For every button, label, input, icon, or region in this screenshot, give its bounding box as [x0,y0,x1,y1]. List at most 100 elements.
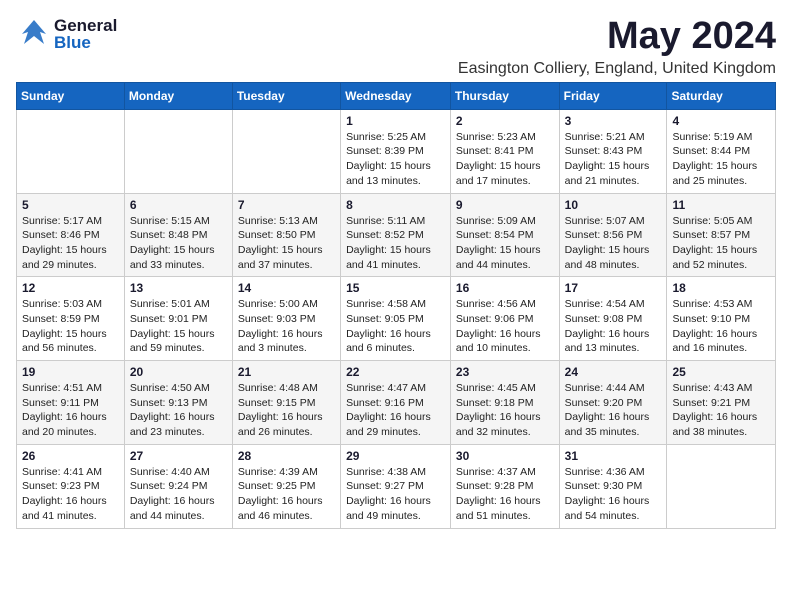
day-number: 13 [130,281,227,295]
logo-blue: Blue [54,34,117,51]
day-number: 23 [456,365,554,379]
day-number: 25 [672,365,770,379]
day-number: 27 [130,449,227,463]
day-info: Sunrise: 4:38 AM Sunset: 9:27 PM Dayligh… [346,465,445,524]
day-info: Sunrise: 5:11 AM Sunset: 8:52 PM Dayligh… [346,214,445,273]
location: Easington Colliery, England, United King… [458,60,776,78]
calendar-cell: 9Sunrise: 5:09 AM Sunset: 8:54 PM Daylig… [450,193,559,277]
header-monday: Monday [124,82,232,109]
calendar-cell: 17Sunrise: 4:54 AM Sunset: 9:08 PM Dayli… [559,277,667,361]
day-info: Sunrise: 5:00 AM Sunset: 9:03 PM Dayligh… [238,297,335,356]
day-info: Sunrise: 5:19 AM Sunset: 8:44 PM Dayligh… [672,130,770,189]
day-info: Sunrise: 5:05 AM Sunset: 8:57 PM Dayligh… [672,214,770,273]
day-number: 17 [565,281,662,295]
calendar-cell: 22Sunrise: 4:47 AM Sunset: 9:16 PM Dayli… [341,361,451,445]
calendar-cell: 25 Sunrise: 4:43 AM Sunset: 9:21 PM Dayli… [667,361,776,445]
header-thursday: Thursday [450,82,559,109]
calendar-cell [17,109,125,193]
day-number: 8 [346,198,445,212]
day-number: 3 [565,114,662,128]
day-number: 15 [346,281,445,295]
logo-icon [16,16,52,52]
day-info: Sunrise: 4:41 AM Sunset: 9:23 PM Dayligh… [22,465,119,524]
day-info: Sunrise: 5:13 AM Sunset: 8:50 PM Dayligh… [238,214,335,273]
day-info: Sunrise: 5:25 AM Sunset: 8:39 PM Dayligh… [346,130,445,189]
day-number: 4 [672,114,770,128]
header-saturday: Saturday [667,82,776,109]
title-section: May 2024 Easington Colliery, England, Un… [458,16,776,78]
calendar-cell: 30Sunrise: 4:37 AM Sunset: 9:28 PM Dayli… [450,444,559,528]
calendar-cell: 19 Sunrise: 4:51 AM Sunset: 9:11 PM Dayli… [17,361,125,445]
month-title: May 2024 [458,16,776,58]
day-number: 7 [238,198,335,212]
calendar-cell: 29Sunrise: 4:38 AM Sunset: 9:27 PM Dayli… [341,444,451,528]
day-number: 20 [130,365,227,379]
day-number: 5 [22,198,119,212]
day-number: 19 [22,365,119,379]
day-number: 2 [456,114,554,128]
day-number: 10 [565,198,662,212]
day-number: 26 [22,449,119,463]
calendar-cell [124,109,232,193]
week-row-3: 19 Sunrise: 4:51 AM Sunset: 9:11 PM Dayli… [17,361,776,445]
day-info: Sunrise: 4:39 AM Sunset: 9:25 PM Dayligh… [238,465,335,524]
calendar-cell [667,444,776,528]
calendar-cell: 13Sunrise: 5:01 AM Sunset: 9:01 PM Dayli… [124,277,232,361]
calendar-cell: 21Sunrise: 4:48 AM Sunset: 9:15 PM Dayli… [232,361,340,445]
header-tuesday: Tuesday [232,82,340,109]
day-number: 14 [238,281,335,295]
calendar-cell: 27 Sunrise: 4:40 AM Sunset: 9:24 PM Dayli… [124,444,232,528]
calendar-cell: 12 Sunrise: 5:03 AM Sunset: 8:59 PM Dayli… [17,277,125,361]
day-number: 9 [456,198,554,212]
calendar-cell: 10 Sunrise: 5:07 AM Sunset: 8:56 PM Dayli… [559,193,667,277]
calendar-cell: 14 Sunrise: 5:00 AM Sunset: 9:03 PM Dayli… [232,277,340,361]
calendar-cell: 11 Sunrise: 5:05 AM Sunset: 8:57 PM Dayli… [667,193,776,277]
day-number: 18 [672,281,770,295]
day-info: Sunrise: 4:50 AM Sunset: 9:13 PM Dayligh… [130,381,227,440]
day-info: Sunrise: 4:36 AM Sunset: 9:30 PM Dayligh… [565,465,662,524]
calendar-cell: 1Sunrise: 5:25 AM Sunset: 8:39 PM Daylig… [341,109,451,193]
calendar-cell: 2 Sunrise: 5:23 AM Sunset: 8:41 PM Daylig… [450,109,559,193]
logo-text: General Blue [54,17,117,51]
calendar-cell: 3 Sunrise: 5:21 AM Sunset: 8:43 PM Daylig… [559,109,667,193]
day-info: Sunrise: 4:43 AM Sunset: 9:21 PM Dayligh… [672,381,770,440]
day-info: Sunrise: 5:15 AM Sunset: 8:48 PM Dayligh… [130,214,227,273]
calendar-cell: 7 Sunrise: 5:13 AM Sunset: 8:50 PM Daylig… [232,193,340,277]
day-number: 11 [672,198,770,212]
day-info: Sunrise: 4:56 AM Sunset: 9:06 PM Dayligh… [456,297,554,356]
logo-general: General [54,17,117,34]
week-row-0: 1Sunrise: 5:25 AM Sunset: 8:39 PM Daylig… [17,109,776,193]
calendar-cell [232,109,340,193]
calendar-cell: 15Sunrise: 4:58 AM Sunset: 9:05 PM Dayli… [341,277,451,361]
day-number: 30 [456,449,554,463]
calendar-cell: 4 Sunrise: 5:19 AM Sunset: 8:44 PM Daylig… [667,109,776,193]
day-number: 24 [565,365,662,379]
day-number: 31 [565,449,662,463]
calendar-cell: 6Sunrise: 5:15 AM Sunset: 8:48 PM Daylig… [124,193,232,277]
calendar-cell: 20 Sunrise: 4:50 AM Sunset: 9:13 PM Dayli… [124,361,232,445]
day-info: Sunrise: 5:23 AM Sunset: 8:41 PM Dayligh… [456,130,554,189]
week-row-1: 5Sunrise: 5:17 AM Sunset: 8:46 PM Daylig… [17,193,776,277]
day-number: 28 [238,449,335,463]
day-info: Sunrise: 5:07 AM Sunset: 8:56 PM Dayligh… [565,214,662,273]
header-friday: Friday [559,82,667,109]
day-info: Sunrise: 5:21 AM Sunset: 8:43 PM Dayligh… [565,130,662,189]
day-info: Sunrise: 4:44 AM Sunset: 9:20 PM Dayligh… [565,381,662,440]
header-sunday: Sunday [17,82,125,109]
day-info: Sunrise: 4:40 AM Sunset: 9:24 PM Dayligh… [130,465,227,524]
day-info: Sunrise: 4:47 AM Sunset: 9:16 PM Dayligh… [346,381,445,440]
day-number: 12 [22,281,119,295]
calendar-cell: 16Sunrise: 4:56 AM Sunset: 9:06 PM Dayli… [450,277,559,361]
logo: General Blue [16,16,117,52]
week-row-4: 26 Sunrise: 4:41 AM Sunset: 9:23 PM Dayli… [17,444,776,528]
page-header: General Blue May 2024 Easington Colliery… [16,16,776,78]
header-wednesday: Wednesday [341,82,451,109]
calendar-header-row: SundayMondayTuesdayWednesdayThursdayFrid… [17,82,776,109]
day-info: Sunrise: 4:53 AM Sunset: 9:10 PM Dayligh… [672,297,770,356]
calendar-cell: 31 Sunrise: 4:36 AM Sunset: 9:30 PM Dayli… [559,444,667,528]
calendar-cell: 18 Sunrise: 4:53 AM Sunset: 9:10 PM Dayli… [667,277,776,361]
day-info: Sunrise: 4:51 AM Sunset: 9:11 PM Dayligh… [22,381,119,440]
day-info: Sunrise: 5:03 AM Sunset: 8:59 PM Dayligh… [22,297,119,356]
calendar-cell: 28 Sunrise: 4:39 AM Sunset: 9:25 PM Dayli… [232,444,340,528]
calendar-table: SundayMondayTuesdayWednesdayThursdayFrid… [16,82,776,529]
